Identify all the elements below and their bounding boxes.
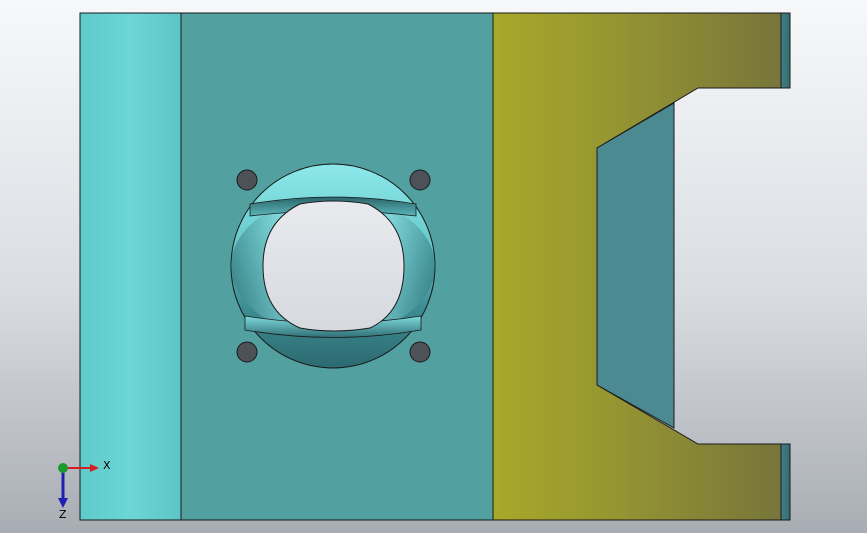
hole-opening	[262, 200, 405, 332]
mounting-hole-top-right[interactable]	[409, 169, 431, 191]
y-axis-icon	[58, 463, 68, 473]
axis-triad: X Z	[58, 459, 111, 520]
slot-cutout[interactable]	[596, 102, 675, 429]
part-model[interactable]	[0, 0, 867, 533]
mounting-hole-bottom-right[interactable]	[409, 341, 431, 363]
right-edge-bottom	[780, 443, 791, 521]
right-edge-top	[780, 12, 791, 89]
z-axis-label: Z	[59, 508, 67, 520]
cad-viewport[interactable]: X Z	[0, 0, 867, 533]
x-axis-label: X	[103, 459, 111, 472]
mounting-hole-top-left[interactable]	[236, 169, 258, 191]
mounting-hole-bottom-left[interactable]	[236, 341, 258, 363]
through-hole[interactable]	[230, 163, 436, 369]
left-face[interactable]	[79, 12, 182, 521]
